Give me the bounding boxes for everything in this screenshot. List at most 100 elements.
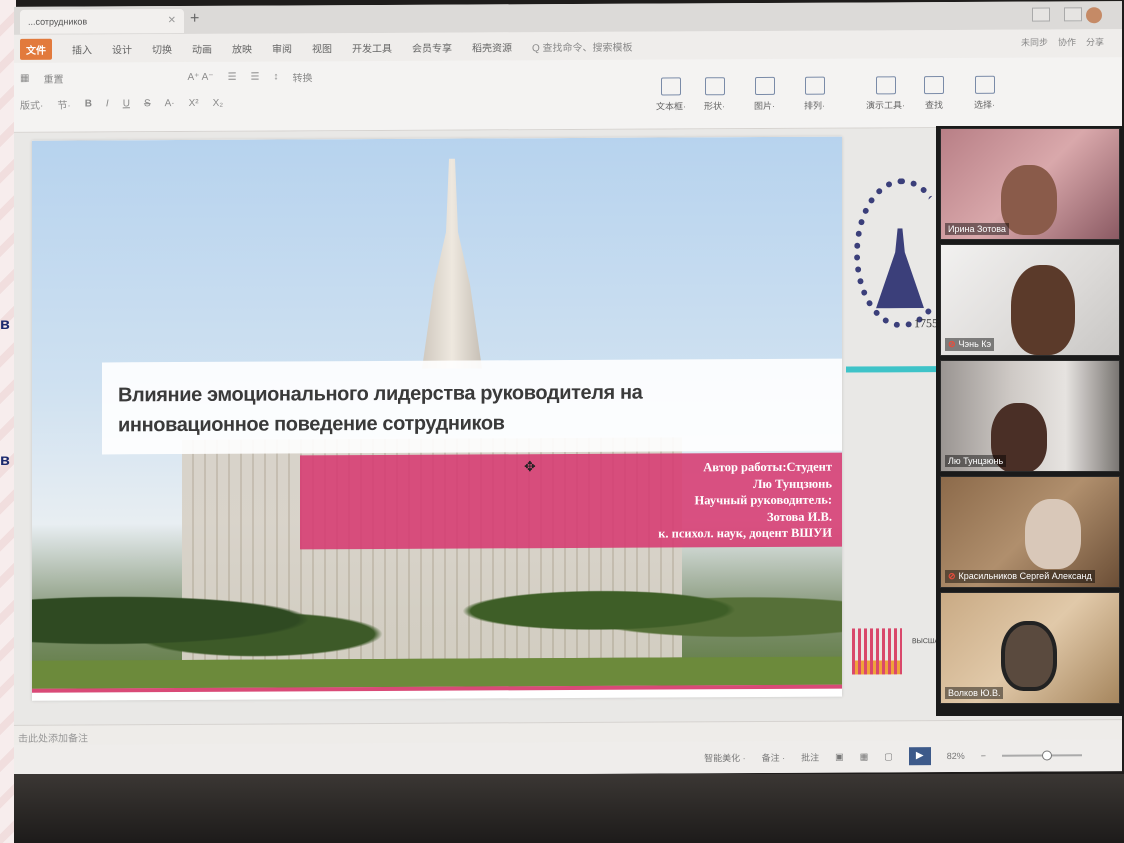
menu-item[interactable]: 会员专享 <box>412 39 452 54</box>
layout-icon[interactable] <box>1032 7 1050 22</box>
zoom-out-button[interactable]: − <box>981 751 986 761</box>
status-bar: 智能美化 · 备注 · 批注 ▣ ▦ ▢ ▶ 82% − <box>14 739 1122 777</box>
participant-name: Чэнь Кэ <box>958 339 992 349</box>
presentation-tools-button[interactable]: 演示工具· <box>866 76 905 111</box>
search-icon <box>924 76 944 95</box>
menu-item[interactable]: 审阅 <box>272 40 292 55</box>
textbox-button[interactable]: 文本框· <box>656 77 686 112</box>
subscript-button[interactable]: X₂ <box>213 98 224 109</box>
participant-name: Волков Ю.В. <box>945 687 1004 699</box>
file-menu-button[interactable]: 文件 <box>20 38 52 60</box>
video-gallery: Ирина Зотова ⊘ Чэнь Кэ Лю Тунцзюнь ⊘ Краси… <box>936 126 1124 716</box>
select-button[interactable]: 选择· <box>974 75 995 111</box>
collab-actions: 未同步 协作 分享 <box>1021 35 1104 48</box>
participant-video <box>1025 499 1081 569</box>
layout-icon[interactable]: ▦ <box>20 73 29 84</box>
menu-item[interactable]: 开发工具 <box>352 39 392 54</box>
reading-view-icon[interactable]: ▢ <box>884 751 893 762</box>
font-size-buttons[interactable]: A⁺ A⁻ <box>187 72 213 83</box>
zoom-slider[interactable] <box>1002 754 1082 757</box>
strikethrough-button[interactable]: S <box>144 98 151 109</box>
smart-beautify-button[interactable]: 智能美化 · <box>704 751 746 764</box>
avatar[interactable] <box>1086 7 1102 24</box>
comments-toggle[interactable]: 批注 <box>801 750 819 763</box>
new-tab-button[interactable]: + <box>190 10 199 28</box>
collaborate-button[interactable]: 协作 <box>1058 35 1076 48</box>
participant-video <box>1001 621 1057 691</box>
mic-muted-icon: ⊘ <box>948 339 956 349</box>
participant-name: Ирина Зотова <box>945 223 1009 235</box>
ribbon: ▦ 重置 A⁺ A⁻ ☰ ☰ ↕ 转换 版式· 节· B I U S A· X²… <box>14 57 1122 133</box>
arrange-icon <box>804 76 825 95</box>
msu-emblem <box>846 168 950 339</box>
ribbon-row: ▦ 重置 A⁺ A⁻ ☰ ☰ ↕ 转换 <box>20 69 313 86</box>
close-icon[interactable]: ✕ <box>168 15 176 26</box>
menu-item[interactable]: 视图 <box>312 40 332 55</box>
find-button[interactable]: 查找 <box>924 76 944 111</box>
notes-toggle[interactable]: 备注 · <box>762 750 786 763</box>
lawn <box>32 656 842 689</box>
play-slideshow-button[interactable]: ▶ <box>908 747 931 766</box>
reset-button[interactable]: 重置 <box>43 71 63 86</box>
menu-item[interactable]: 插入 <box>72 41 92 56</box>
shape-button[interactable]: 形状· <box>704 77 725 112</box>
command-search[interactable]: Q 查找命令、搜索模板 <box>532 38 633 54</box>
arrange-button[interactable]: 排列· <box>804 76 825 112</box>
zoom-level[interactable]: 82% <box>947 751 965 761</box>
menu-item[interactable]: 设计 <box>112 41 132 56</box>
video-tile[interactable]: Волков Ю.В. <box>940 592 1120 704</box>
author-block[interactable]: Автор работы:Студент Лю Тунцзюнь Научный… <box>312 459 832 544</box>
normal-view-icon[interactable]: ▣ <box>835 751 844 762</box>
video-tile[interactable]: Ирина Зотова <box>940 128 1120 240</box>
document-tab[interactable]: ...сотрудников ✕ <box>20 9 184 34</box>
cursor-icon <box>974 75 995 94</box>
participant-name: Лю Тунцзюнь <box>945 455 1007 467</box>
mic-muted-icon: ⊘ <box>948 571 956 581</box>
picture-button[interactable]: 图片· <box>754 76 775 112</box>
tower-spire <box>422 158 482 368</box>
participant-name: Красильников Сергей Александ <box>958 571 1092 581</box>
presentation-icon <box>875 76 896 95</box>
numbering-button[interactable]: ☰ <box>251 72 260 83</box>
slide-title[interactable]: Влияние эмоционального лидерства руковод… <box>118 377 758 440</box>
document-tab-title: ...сотрудников <box>28 16 88 27</box>
menu-item[interactable]: 稻壳资源 <box>472 39 512 54</box>
menu-item[interactable]: 放映 <box>232 40 252 55</box>
video-tile[interactable]: ⊘ Чэнь Кэ <box>940 244 1120 356</box>
edge-char: в <box>0 316 10 333</box>
author-line: Автор работы:Студент <box>703 459 832 475</box>
section-dropdown[interactable]: 节· <box>57 97 70 112</box>
font-color-button[interactable]: A· <box>165 98 175 109</box>
founding-year: 1755 <box>914 316 938 331</box>
participant-video <box>1011 265 1075 355</box>
layout-dropdown[interactable]: 版式· <box>20 97 43 112</box>
line-spacing-button[interactable]: ↕ <box>274 72 279 83</box>
picture-icon <box>754 76 775 96</box>
convert-button[interactable]: 转换 <box>293 69 313 84</box>
textbox-icon <box>661 77 681 96</box>
author-line: к. психол. наук, доцент ВШУИ <box>658 525 832 541</box>
school-logo <box>852 628 902 675</box>
participant-name-row: ⊘ Красильников Сергей Александ <box>945 570 1095 583</box>
ribbon-row: 版式· 节· B I U S A· X² X₂ <box>20 96 223 112</box>
menu-item[interactable]: 切换 <box>152 41 172 56</box>
edge-char: в <box>0 452 10 469</box>
underline-button[interactable]: U <box>123 98 130 109</box>
participant-video <box>1001 165 1057 235</box>
bullets-button[interactable]: ☰ <box>228 72 237 83</box>
video-tile[interactable]: ⊘ Красильников Сергей Александ <box>940 476 1120 588</box>
italic-button[interactable]: I <box>106 98 109 109</box>
shape-icon <box>704 77 725 96</box>
superscript-button[interactable]: X² <box>189 98 199 109</box>
menu-item[interactable]: 动画 <box>192 40 212 55</box>
slide-canvas[interactable]: Влияние эмоционального лидерства руковод… <box>32 136 842 701</box>
monitor-bezel <box>14 774 1124 843</box>
grid-icon[interactable] <box>1064 7 1082 22</box>
video-tile[interactable]: Лю Тунцзюнь <box>940 360 1120 472</box>
share-button[interactable]: 分享 <box>1086 35 1104 48</box>
mouse-cursor-icon: ✥ <box>524 458 536 475</box>
participant-name-row: ⊘ Чэнь Кэ <box>945 338 995 351</box>
sync-status[interactable]: 未同步 <box>1021 35 1048 48</box>
grid-view-icon[interactable]: ▦ <box>860 751 869 762</box>
bold-button[interactable]: B <box>85 98 92 109</box>
